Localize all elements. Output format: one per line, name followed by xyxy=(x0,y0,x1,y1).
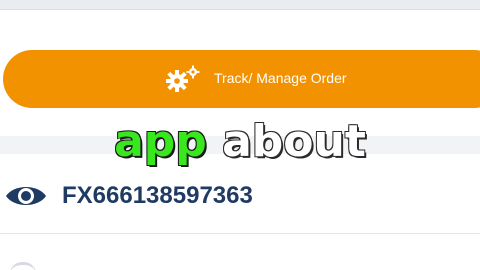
video-caption-overlay: app about xyxy=(0,116,480,168)
track-manage-order-label: Track/ Manage Order xyxy=(214,70,347,86)
tracking-number: FX666138597363 xyxy=(62,182,253,209)
tracking-number-row[interactable]: FX666138597363 xyxy=(0,160,480,234)
screen: Track/ Manage Order FX666138597363 app a… xyxy=(0,0,480,270)
eye-icon[interactable] xyxy=(4,180,48,212)
track-manage-order-button[interactable]: Track/ Manage Order xyxy=(3,50,480,108)
partial-eye-icon xyxy=(10,262,36,270)
gears-icon xyxy=(166,65,200,92)
caption-word-about: about xyxy=(222,116,366,167)
top-divider xyxy=(0,0,480,10)
caption-word-app: app xyxy=(114,116,207,167)
next-list-item xyxy=(0,236,480,270)
